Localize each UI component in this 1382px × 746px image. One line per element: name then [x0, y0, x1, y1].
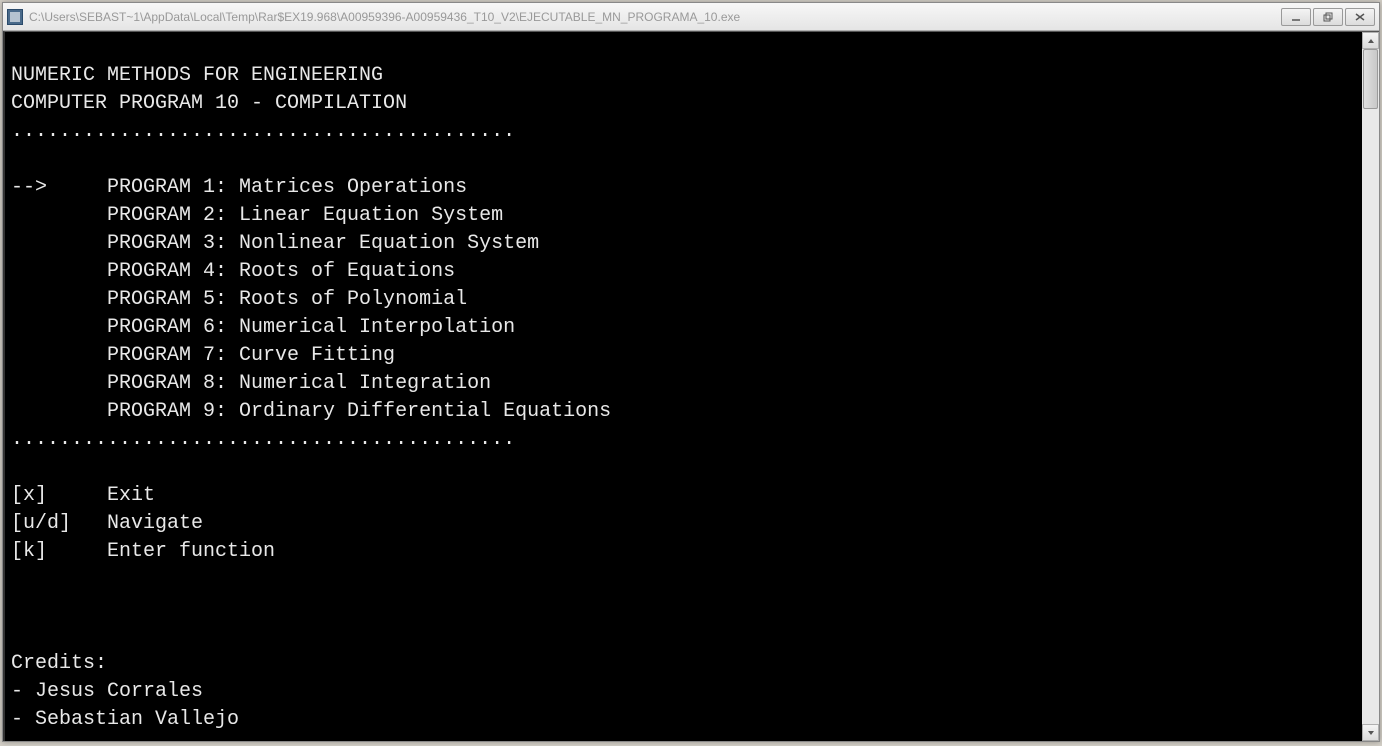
minimize-button[interactable]: [1281, 8, 1311, 26]
vertical-scrollbar[interactable]: [1362, 32, 1379, 741]
app-window: C:\Users\SEBAST~1\AppData\Local\Temp\Rar…: [2, 2, 1380, 742]
scroll-thumb[interactable]: [1363, 49, 1378, 109]
scroll-up-arrow[interactable]: [1362, 32, 1379, 49]
maximize-icon: [1323, 12, 1333, 22]
scroll-track[interactable]: [1362, 49, 1379, 724]
scroll-down-arrow[interactable]: [1362, 724, 1379, 741]
console-output[interactable]: NUMERIC METHODS FOR ENGINEERING COMPUTER…: [5, 32, 1362, 741]
console-area: NUMERIC METHODS FOR ENGINEERING COMPUTER…: [3, 31, 1379, 741]
app-icon: [7, 9, 23, 25]
window-title: C:\Users\SEBAST~1\AppData\Local\Temp\Rar…: [29, 10, 1281, 24]
close-button[interactable]: [1345, 8, 1375, 26]
chevron-down-icon: [1367, 729, 1375, 737]
maximize-button[interactable]: [1313, 8, 1343, 26]
minimize-icon: [1291, 12, 1301, 22]
close-icon: [1354, 12, 1366, 22]
titlebar[interactable]: C:\Users\SEBAST~1\AppData\Local\Temp\Rar…: [3, 3, 1379, 31]
chevron-up-icon: [1367, 37, 1375, 45]
window-controls: [1281, 8, 1375, 26]
